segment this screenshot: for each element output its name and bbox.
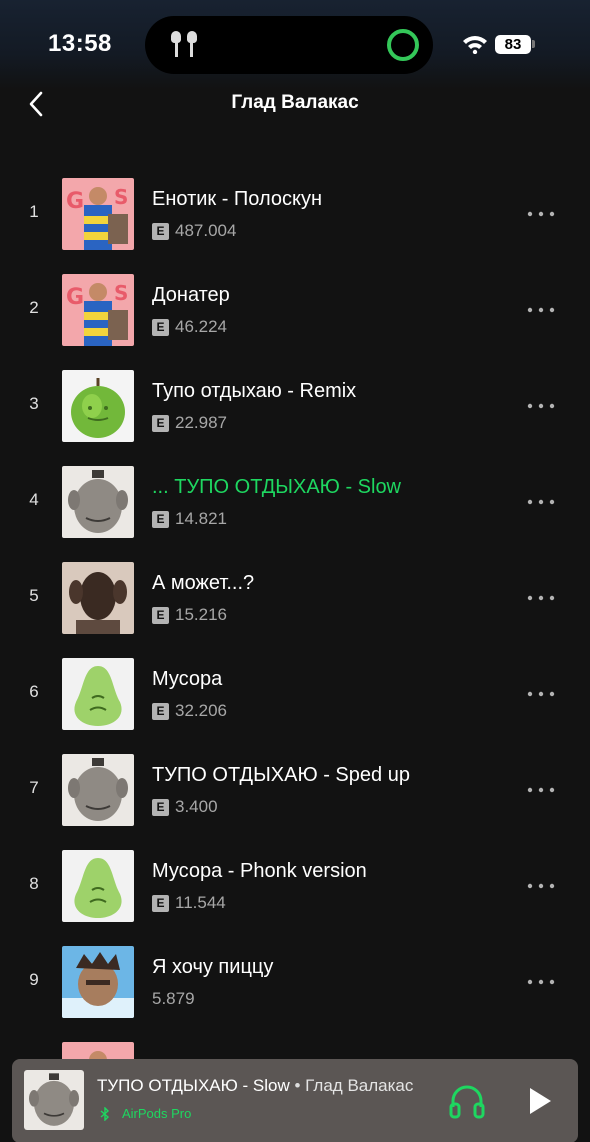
now-playing-cover bbox=[24, 1070, 84, 1130]
explicit-badge: E bbox=[152, 510, 169, 528]
svg-text:G: G bbox=[66, 285, 84, 310]
track-meta: E 15.216 bbox=[152, 605, 227, 625]
play-count: 46.224 bbox=[175, 317, 227, 336]
more-options-icon[interactable] bbox=[526, 978, 556, 986]
track-meta: E 487.004 bbox=[152, 221, 236, 241]
play-count: 22.987 bbox=[175, 413, 227, 432]
more-options-icon[interactable] bbox=[526, 786, 556, 794]
track-number: 1 bbox=[29, 202, 39, 221]
track-cover: GS bbox=[62, 178, 134, 250]
explicit-badge: E bbox=[152, 798, 169, 816]
track-row[interactable]: 7 ТУПО ОТДЫХАЮ - Sped up E 3.400 bbox=[0, 746, 590, 842]
now-playing-bar[interactable]: ТУПО ОТДЫХАЮ - Slow • Глад Валакас AirPo… bbox=[12, 1059, 578, 1142]
track-row[interactable]: 1 GS Енотик - Полоскун E 487.004 bbox=[0, 170, 590, 266]
wifi-icon bbox=[463, 36, 487, 54]
now-playing-text: ТУПО ОТДЫХАЮ - Slow • Глад Валакас bbox=[97, 1076, 413, 1096]
track-number: 2 bbox=[29, 298, 39, 317]
track-cover: GS bbox=[62, 274, 134, 346]
now-playing-title: ТУПО ОТДЫХАЮ - Slow bbox=[97, 1076, 290, 1095]
track-row[interactable]: 5 А может...? E 15.216 bbox=[0, 554, 590, 650]
battery-ring-icon bbox=[387, 29, 419, 61]
track-cover bbox=[62, 946, 134, 1018]
explicit-badge: E bbox=[152, 606, 169, 624]
explicit-badge: E bbox=[152, 894, 169, 912]
track-number: 6 bbox=[29, 682, 39, 701]
header: Глад Валакас bbox=[0, 82, 590, 126]
svg-text:S: S bbox=[114, 185, 128, 209]
play-count: 32.206 bbox=[175, 701, 227, 720]
headphones-icon[interactable] bbox=[448, 1083, 486, 1119]
more-options-icon[interactable] bbox=[526, 210, 556, 218]
explicit-badge: E bbox=[152, 702, 169, 720]
track-meta: E 3.400 bbox=[152, 797, 218, 817]
track-row[interactable]: 8 Мусора - Phonk version E 11.544 bbox=[0, 842, 590, 938]
track-number: 4 bbox=[29, 490, 39, 509]
more-options-icon[interactable] bbox=[526, 498, 556, 506]
track-number: 9 bbox=[29, 970, 39, 989]
track-cover bbox=[62, 370, 134, 442]
track-cover bbox=[62, 658, 134, 730]
track-title: Донатер bbox=[152, 284, 230, 306]
track-number: 8 bbox=[29, 874, 39, 893]
track-number: 5 bbox=[29, 586, 39, 605]
track-title: Енотик - Полоскун bbox=[152, 188, 323, 210]
dynamic-island[interactable] bbox=[145, 16, 433, 74]
track-title: Мусора bbox=[152, 668, 223, 690]
now-playing-separator: • bbox=[289, 1076, 306, 1095]
bluetooth-icon bbox=[100, 1106, 110, 1121]
track-title: Я хочу пиццу bbox=[152, 956, 274, 978]
explicit-badge: E bbox=[152, 414, 169, 432]
page-title: Глад Валакас bbox=[231, 92, 359, 113]
svg-text:S: S bbox=[114, 281, 128, 305]
output-device: AirPods Pro bbox=[100, 1106, 191, 1121]
track-cover bbox=[62, 754, 134, 826]
track-title: Мусора - Phonk version bbox=[152, 860, 367, 882]
track-meta: E 32.206 bbox=[152, 701, 227, 721]
svg-text:G: G bbox=[66, 189, 84, 214]
play-count: 487.004 bbox=[175, 221, 237, 240]
track-meta: E 22.987 bbox=[152, 413, 227, 433]
now-playing-artist: Глад Валакас bbox=[305, 1076, 414, 1095]
track-row[interactable]: 3 Тупо отдыхаю - Remix E 22.987 bbox=[0, 362, 590, 458]
more-options-icon[interactable] bbox=[526, 882, 556, 890]
track-number: 3 bbox=[29, 394, 39, 413]
track-number: 7 bbox=[29, 778, 39, 797]
play-count: 14.821 bbox=[175, 509, 227, 528]
status-bar: 13:58 83 bbox=[0, 0, 590, 90]
output-device-name: AirPods Pro bbox=[122, 1106, 192, 1121]
track-meta: E 46.224 bbox=[152, 317, 227, 337]
track-row[interactable]: 2 GS Донатер E 46.224 bbox=[0, 266, 590, 362]
more-options-icon[interactable] bbox=[526, 690, 556, 698]
track-title-playing: ... ТУПО ОТДЫХАЮ - Slow bbox=[152, 476, 402, 498]
track-meta: 5.879 bbox=[152, 989, 195, 1009]
track-cover bbox=[62, 850, 134, 922]
more-options-icon[interactable] bbox=[526, 594, 556, 602]
play-count: 15.216 bbox=[175, 605, 227, 624]
more-options-icon[interactable] bbox=[526, 402, 556, 410]
battery-nub bbox=[532, 40, 535, 48]
play-count: 3.400 bbox=[175, 797, 218, 816]
track-title: ТУПО ОТДЫХАЮ - Sped up bbox=[152, 764, 410, 786]
explicit-badge: E bbox=[152, 318, 169, 336]
status-time: 13:58 bbox=[48, 30, 112, 57]
airpods-icon bbox=[171, 31, 197, 57]
track-meta: E 11.544 bbox=[152, 893, 226, 913]
track-row[interactable]: 4 ... ТУПО ОТДЫХАЮ - Slow E 14.821 bbox=[0, 458, 590, 554]
track-cover bbox=[62, 562, 134, 634]
play-count: 11.544 bbox=[175, 893, 226, 912]
track-title: А может...? bbox=[152, 572, 255, 594]
play-count: 5.879 bbox=[152, 989, 195, 1008]
track-list: 1 GS Енотик - Полоскун E 487.004 2 GS До… bbox=[0, 170, 590, 1130]
track-row[interactable]: 9 Я хочу пиццу 5.879 bbox=[0, 938, 590, 1034]
more-options-icon[interactable] bbox=[526, 306, 556, 314]
track-meta: E 14.821 bbox=[152, 509, 227, 529]
track-title: Тупо отдыхаю - Remix bbox=[152, 380, 357, 402]
battery-indicator: 83 bbox=[495, 35, 531, 54]
track-cover bbox=[62, 466, 134, 538]
play-icon[interactable] bbox=[527, 1086, 553, 1116]
explicit-badge: E bbox=[152, 222, 169, 240]
track-row[interactable]: 6 Мусора E 32.206 bbox=[0, 650, 590, 746]
